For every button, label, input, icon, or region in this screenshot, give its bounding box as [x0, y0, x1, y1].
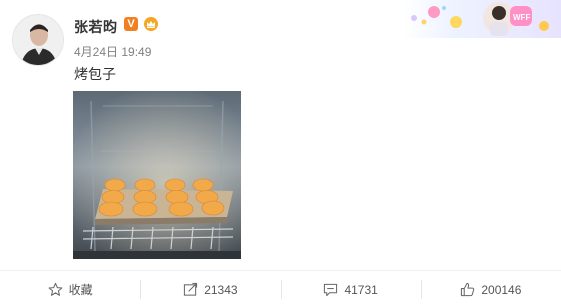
verified-badge[interactable]: V: [124, 17, 138, 31]
weibo-post-card: WFF 张若昀 V 4月24日 19:49 烤包子 收藏 21343 41731…: [0, 0, 561, 308]
like-icon: [461, 282, 475, 297]
comment-icon: [324, 283, 338, 297]
favorite-button[interactable]: 收藏: [0, 271, 140, 308]
favorite-label: 收藏: [68, 283, 93, 297]
avatar-image: [13, 15, 63, 65]
like-count: 200146: [481, 282, 522, 297]
post-image-oven-buns[interactable]: [73, 91, 241, 259]
share-button[interactable]: 21343: [140, 271, 280, 308]
share-count: 21343: [204, 282, 238, 297]
comment-button[interactable]: 41731: [280, 271, 421, 308]
action-bar: 收藏 21343 41731 200146: [0, 271, 561, 308]
username[interactable]: 张若昀: [74, 17, 118, 37]
post-timestamp[interactable]: 4月24日 19:49: [74, 43, 151, 60]
svg-text:WFF: WFF: [513, 13, 530, 22]
crown-icon[interactable]: [143, 16, 159, 31]
share-icon: [184, 282, 198, 296]
post-text: 烤包子: [74, 67, 116, 83]
header-decoration: WFF: [404, 0, 561, 38]
comment-count: 41731: [344, 282, 378, 297]
star-icon: [48, 282, 62, 296]
user-avatar[interactable]: [12, 14, 64, 66]
oven-photo: [73, 91, 241, 259]
like-button[interactable]: 200146: [420, 271, 561, 308]
